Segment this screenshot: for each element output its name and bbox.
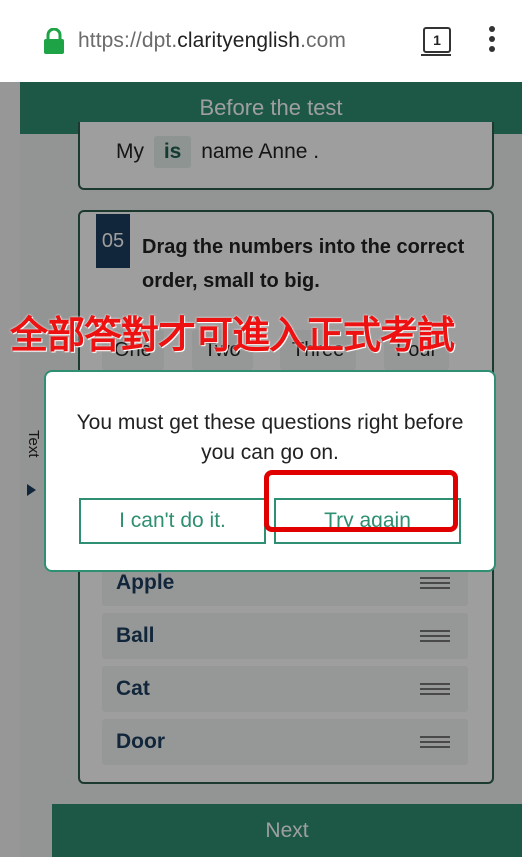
tab-switcher-button[interactable]: 1 — [423, 27, 451, 53]
overflow-menu-icon[interactable] — [482, 26, 502, 58]
cant-do-it-button[interactable]: I can't do it. — [79, 498, 266, 544]
overlay-caption: 全部答對才可進入正式考試 — [10, 313, 455, 357]
tab-switcher-underline — [421, 54, 451, 56]
dialog-message: You must get these questions right befor… — [76, 411, 464, 464]
url-text[interactable]: https://dpt.clarityenglish.com — [78, 29, 346, 53]
highlight-box — [264, 470, 458, 532]
lock-icon — [44, 28, 64, 54]
browser-address-bar[interactable]: https://dpt.clarityenglish.com 1 — [0, 0, 522, 83]
